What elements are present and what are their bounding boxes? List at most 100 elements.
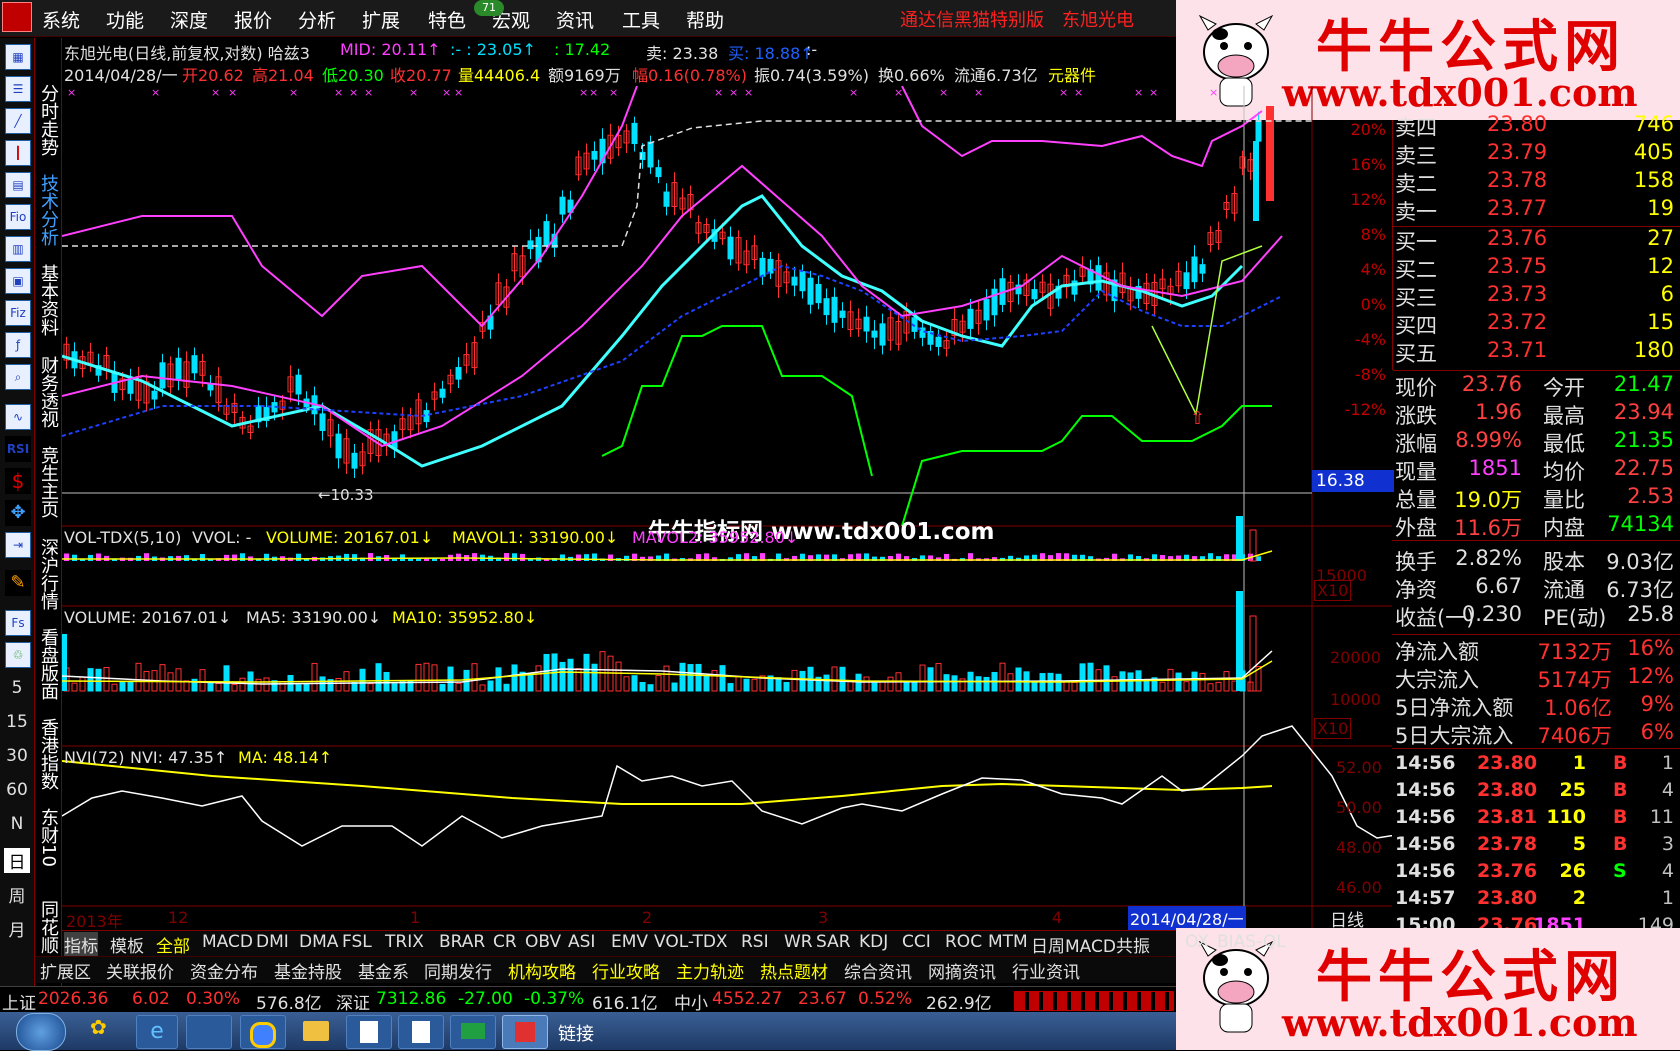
period-5min[interactable]: 5 — [4, 678, 30, 698]
trend-icon[interactable]: ╱ — [5, 108, 31, 134]
doc-icon[interactable] — [346, 1015, 392, 1049]
indicator-tab[interactable]: CR — [493, 932, 517, 952]
chart-line-icon[interactable]: ▦ — [5, 44, 31, 70]
indicator-tab[interactable]: 全部 — [156, 932, 190, 957]
recycle-icon[interactable]: ♲ — [5, 642, 31, 668]
vtab-homepage[interactable]: 竞生主页 — [38, 446, 59, 518]
indicator-tab[interactable]: MTM — [988, 932, 1028, 952]
dollar-icon[interactable]: $ — [5, 468, 31, 494]
menu-quote[interactable]: 报价 — [234, 6, 272, 33]
move-icon[interactable]: ✥ — [5, 500, 31, 526]
indicator-tab[interactable]: BIAS-QL — [1217, 932, 1286, 952]
windows-start-icon[interactable] — [16, 1013, 66, 1051]
table-icon[interactable]: ▤ — [5, 172, 31, 198]
info-tab[interactable]: 综合资讯 — [844, 958, 912, 983]
menu-depth[interactable]: 深度 — [170, 6, 208, 33]
indicator-tab[interactable]: 日周MACD共振 — [1031, 932, 1150, 957]
info-tab[interactable]: 机构攻略 — [508, 958, 576, 983]
info-tab[interactable]: 扩展区 — [40, 958, 91, 983]
list-icon[interactable]: ☰ — [5, 76, 31, 102]
vtab-intraday[interactable]: 分时走势 — [38, 84, 59, 156]
ie-icon[interactable]: e — [136, 1015, 178, 1049]
indicator-tab[interactable]: 指标 — [64, 932, 98, 957]
indicator-tab[interactable]: TRIX — [385, 932, 424, 952]
indicator-tab[interactable]: SAR — [816, 932, 851, 952]
vtab-finance[interactable]: 财务透视 — [38, 356, 59, 428]
vtab-eastmoney[interactable]: 东财10 — [38, 808, 59, 867]
wave-icon[interactable]: ∿ — [5, 404, 31, 430]
info-tab[interactable]: 行业资讯 — [1012, 958, 1080, 983]
info-tab[interactable]: 基金持股 — [274, 958, 342, 983]
info-tab[interactable]: 关联报价 — [106, 958, 174, 983]
period-60min[interactable]: 60 — [4, 780, 30, 800]
period-month[interactable]: 月 — [4, 916, 30, 941]
period-30min[interactable]: 30 — [4, 746, 30, 766]
indicator-tab[interactable]: BRAR — [439, 932, 485, 952]
order-book-buy-row[interactable]: 买二 23.75 12 — [1393, 254, 1680, 282]
vtab-technical[interactable]: 技术分析 — [38, 174, 59, 246]
info-tab[interactable]: 资金分布 — [190, 958, 258, 983]
rsi-icon[interactable]: RSI — [5, 436, 31, 462]
order-book-sell-row[interactable]: 卖三 23.79 405 — [1393, 140, 1680, 168]
info-tab[interactable]: 基金系 — [358, 958, 409, 983]
indicator-tab[interactable]: DMA — [299, 932, 338, 952]
order-book-buy-row[interactable]: 买一 23.76 27 — [1393, 226, 1680, 254]
indicator-tab[interactable]: VOL-TDX — [654, 932, 728, 952]
menu-system[interactable]: 系统 — [42, 6, 80, 33]
menu-news[interactable]: 资讯 — [556, 6, 594, 33]
indicator-tab[interactable]: WR — [784, 932, 813, 952]
menu-analysis[interactable]: 分析 — [298, 6, 336, 33]
info-tab[interactable]: 行业攻略 — [592, 958, 660, 983]
indicator-tab[interactable]: OX — [1185, 932, 1209, 952]
indicator-tab[interactable]: ASI — [568, 932, 595, 952]
order-book-sell-row[interactable]: 卖二 23.78 158 — [1393, 168, 1680, 196]
vtab-hk-index[interactable]: 香港指数 — [38, 718, 59, 790]
menu-tools[interactable]: 工具 — [622, 6, 660, 33]
menu-feature[interactable]: 特色 — [428, 6, 466, 33]
links-label[interactable]: 链接 — [558, 1020, 594, 1046]
order-book-sell-row[interactable]: 卖一 23.77 19 — [1393, 196, 1680, 224]
export-icon[interactable]: ⇥ — [5, 532, 31, 558]
fs-icon[interactable]: Fs — [5, 610, 31, 636]
indicator-tab[interactable]: 模板 — [110, 932, 144, 957]
menu-function[interactable]: 功能 — [106, 6, 144, 33]
indicator-tab[interactable]: DMI — [256, 932, 289, 952]
period-day[interactable]: 日 — [4, 848, 30, 873]
pencil-icon[interactable]: ✎ — [5, 570, 31, 596]
fio-icon[interactable]: Fio — [5, 204, 31, 230]
fiz-icon[interactable]: Fiz — [5, 300, 31, 326]
period-15min[interactable]: 15 — [4, 712, 30, 732]
vtab-basic-info[interactable]: 基本资料 — [38, 264, 59, 336]
monitor-icon[interactable] — [450, 1015, 496, 1049]
chrome-icon[interactable] — [240, 1015, 286, 1049]
indicator-tab[interactable]: MACD — [202, 932, 253, 952]
grid-icon[interactable]: ▥ — [5, 236, 31, 262]
indicator-tab[interactable]: ROC — [945, 932, 982, 952]
order-book-buy-row[interactable]: 买四 23.72 15 — [1393, 310, 1680, 338]
indicator-tab[interactable]: KDJ — [859, 932, 888, 952]
folder-icon[interactable] — [294, 1015, 338, 1047]
vtab-layout[interactable]: 看盘版面 — [38, 628, 59, 700]
info-tab[interactable]: 主力轨迹 — [676, 958, 744, 983]
search-icon[interactable]: ⌕ — [5, 364, 31, 390]
order-book-buy-row[interactable]: 买三 23.73 6 — [1393, 282, 1680, 310]
info-tab[interactable]: 同期发行 — [424, 958, 492, 983]
vtab-market[interactable]: 深沪行情 — [38, 538, 59, 610]
tdx-app-icon[interactable] — [502, 1015, 548, 1049]
menu-extend[interactable]: 扩展 — [362, 6, 400, 33]
info-tab[interactable]: 网摘资讯 — [928, 958, 996, 983]
order-book-sell-row[interactable]: 卖四 23.80 746 — [1393, 112, 1680, 140]
indicator-tab[interactable]: CCI — [902, 932, 931, 952]
notification-badge[interactable]: 71 — [474, 0, 504, 16]
info-tab[interactable]: 热点题材 — [760, 958, 828, 983]
indicator-tab[interactable]: FSL — [342, 932, 372, 952]
period-n[interactable]: N — [4, 814, 30, 834]
finance-icon[interactable]: ▣ — [5, 268, 31, 294]
taskbar-app-icon[interactable]: ✿ — [90, 1015, 130, 1047]
order-book-buy-row[interactable]: 买五 23.71 180 — [1393, 338, 1680, 366]
taskbar-app-icon[interactable] — [186, 1015, 232, 1049]
doc-icon[interactable] — [398, 1015, 444, 1049]
candle-icon[interactable]: ┃ — [5, 140, 31, 166]
period-week[interactable]: 周 — [4, 882, 30, 907]
indicator-tab[interactable]: RSI — [741, 932, 769, 952]
